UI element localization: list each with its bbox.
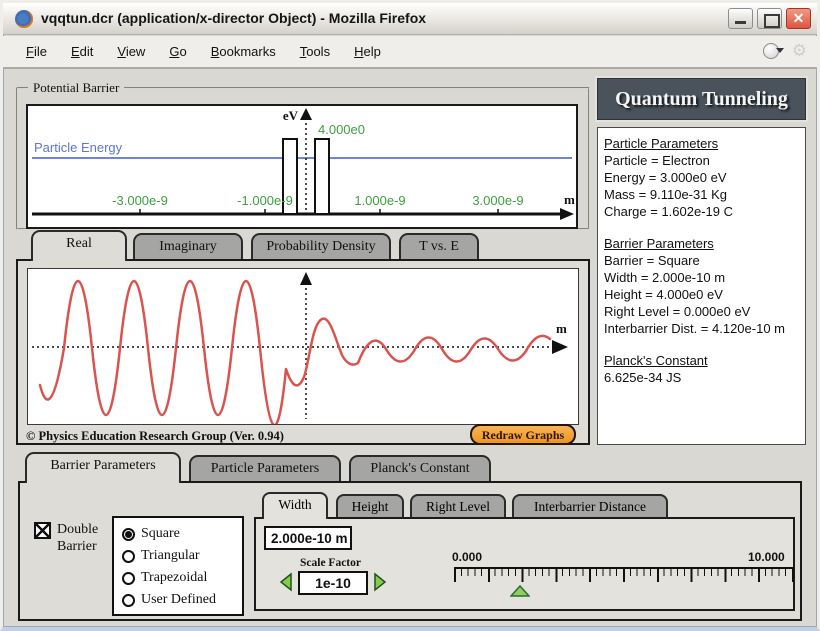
x-tick-4: 3.000e-9 bbox=[472, 193, 523, 208]
barrier-parameters-heading: Barrier Parameters bbox=[604, 235, 799, 252]
scale-factor-label: Scale Factor bbox=[300, 557, 361, 569]
window-title: vqqtun.dcr (application/x-director Objec… bbox=[41, 10, 426, 26]
barrier-height-label: 4.000e0 bbox=[318, 122, 365, 137]
redraw-graphs-button[interactable]: Redraw Graphs bbox=[470, 424, 576, 445]
info-line: Energy = 3.000e0 eV bbox=[604, 169, 799, 186]
info-line: Height = 4.000e0 eV bbox=[604, 286, 799, 303]
info-line: Barrier = Square bbox=[604, 252, 799, 269]
width-value-field[interactable]: 2.000e-10 m bbox=[264, 526, 352, 550]
throbber-icon: ⚙ bbox=[792, 42, 807, 59]
tab-particle-parameters[interactable]: Particle Parameters bbox=[189, 455, 341, 481]
wavefunction-panel: m © Physics Education Research Group (Ve… bbox=[16, 259, 590, 445]
tab-barrier-parameters[interactable]: Barrier Parameters bbox=[25, 452, 181, 483]
radio-button-icon bbox=[122, 594, 135, 607]
scale-decrement-arrow[interactable] bbox=[278, 572, 294, 592]
tab-right-level[interactable]: Right Level bbox=[410, 494, 506, 518]
x-tick-3: 1.000e-9 bbox=[354, 193, 405, 208]
close-button[interactable] bbox=[786, 8, 811, 29]
double-barrier-checkbox[interactable] bbox=[34, 522, 51, 539]
particle-energy-label: Particle Energy bbox=[34, 140, 123, 155]
tab-t-vs-e[interactable]: T vs. E bbox=[399, 233, 479, 259]
width-slider-track[interactable] bbox=[454, 567, 794, 583]
info-line: Interbarrier Dist. = 4.120e-10 m bbox=[604, 320, 799, 337]
particle-parameters-heading: Particle Parameters bbox=[604, 135, 799, 152]
tab-imaginary[interactable]: Imaginary bbox=[133, 233, 243, 259]
app-title: Quantum Tunneling bbox=[615, 88, 788, 111]
menu-bar: File Edit View Go Bookmarks Tools Help ⚙ bbox=[3, 36, 817, 69]
minimize-button[interactable] bbox=[728, 8, 753, 29]
title-bar: vqqtun.dcr (application/x-director Objec… bbox=[3, 3, 817, 35]
scale-factor-field[interactable]: 1e-10 bbox=[298, 571, 368, 595]
info-line: Charge = 1.602e-19 C bbox=[604, 203, 799, 220]
tab-plancks-constant[interactable]: Planck's Constant bbox=[349, 455, 491, 481]
tab-probability-density[interactable]: Probability Density bbox=[251, 233, 391, 259]
barrier-shape-group: Square Triangular Trapezoidal User Defin… bbox=[112, 516, 244, 616]
menu-tools[interactable]: Tools bbox=[289, 40, 341, 63]
radio-button-icon bbox=[122, 572, 135, 585]
profile-menu-button[interactable] bbox=[763, 43, 784, 59]
menu-go[interactable]: Go bbox=[158, 40, 197, 63]
radio-user-defined-label: User Defined bbox=[141, 592, 216, 608]
info-line: Right Level = 0.000e0 eV bbox=[604, 303, 799, 320]
ev-axis-label: eV bbox=[283, 108, 299, 123]
x-tick-2: -1.000e-9 bbox=[237, 193, 293, 208]
radio-user-defined[interactable]: User Defined bbox=[122, 589, 242, 611]
credit-text: © Physics Education Research Group (Ver.… bbox=[26, 429, 284, 444]
planck-constant-heading: Planck's Constant bbox=[604, 352, 799, 369]
info-line: Mass = 9.110e-31 Kg bbox=[604, 186, 799, 203]
menu-bookmarks[interactable]: Bookmarks bbox=[200, 40, 287, 63]
tab-interbarrier-distance[interactable]: Interbarrier Distance bbox=[512, 494, 668, 518]
slider-min-label: 0.000 bbox=[452, 550, 482, 564]
double-barrier-label: Double Barrier bbox=[57, 521, 115, 555]
potential-barrier-legend: Potential Barrier bbox=[28, 80, 124, 96]
menu-file[interactable]: File bbox=[15, 40, 58, 63]
tab-height[interactable]: Height bbox=[336, 494, 404, 518]
menu-view[interactable]: View bbox=[106, 40, 156, 63]
radio-button-icon bbox=[122, 528, 135, 541]
x-axis-unit-label: m bbox=[564, 192, 575, 207]
real-wavefunction-curve bbox=[40, 281, 550, 424]
dropdown-arrow-icon bbox=[776, 48, 784, 53]
radio-triangular[interactable]: Triangular bbox=[122, 545, 242, 567]
scale-increment-arrow[interactable] bbox=[372, 572, 388, 592]
menu-help[interactable]: Help bbox=[343, 40, 392, 63]
radio-square-label: Square bbox=[141, 526, 180, 542]
radio-trapezoidal-label: Trapezoidal bbox=[141, 570, 207, 586]
width-slider-thumb[interactable] bbox=[510, 585, 530, 597]
info-line: Width = 2.000e-10 m bbox=[604, 269, 799, 286]
potential-barrier-group: Potential Barrier Particle Energy eV bbox=[16, 80, 590, 230]
radio-triangular-label: Triangular bbox=[141, 548, 200, 564]
wave-x-axis-unit: m bbox=[556, 321, 567, 336]
radio-button-icon bbox=[122, 550, 135, 563]
app-title-header: Quantum Tunneling bbox=[597, 78, 806, 120]
radio-square[interactable]: Square bbox=[122, 523, 242, 545]
barrier-parameters-panel: Double Barrier Square Triangular Trapezo… bbox=[18, 481, 802, 621]
tab-real[interactable]: Real bbox=[31, 230, 127, 261]
width-settings-panel: 2.000e-10 m Scale Factor 1e-10 0.000 10.… bbox=[254, 517, 795, 611]
radio-trapezoidal[interactable]: Trapezoidal bbox=[122, 567, 242, 589]
maximize-button[interactable] bbox=[757, 8, 782, 29]
wavefunction-graph: m bbox=[27, 268, 579, 425]
menu-edit[interactable]: Edit bbox=[60, 40, 104, 63]
x-tick-1: -3.000e-9 bbox=[112, 193, 168, 208]
browser-window: vqqtun.dcr (application/x-director Objec… bbox=[0, 0, 820, 631]
parameters-summary-box: Particle Parameters Particle = Electron … bbox=[597, 127, 806, 445]
slider-max-label: 10.000 bbox=[748, 550, 785, 564]
tab-width[interactable]: Width bbox=[262, 492, 328, 519]
info-line: Particle = Electron bbox=[604, 152, 799, 169]
potential-barrier-graph: Particle Energy eV 4.000e0 -3.000e-9 bbox=[26, 104, 578, 229]
info-line: 6.625e-34 JS bbox=[604, 369, 799, 386]
firefox-icon bbox=[14, 9, 34, 29]
